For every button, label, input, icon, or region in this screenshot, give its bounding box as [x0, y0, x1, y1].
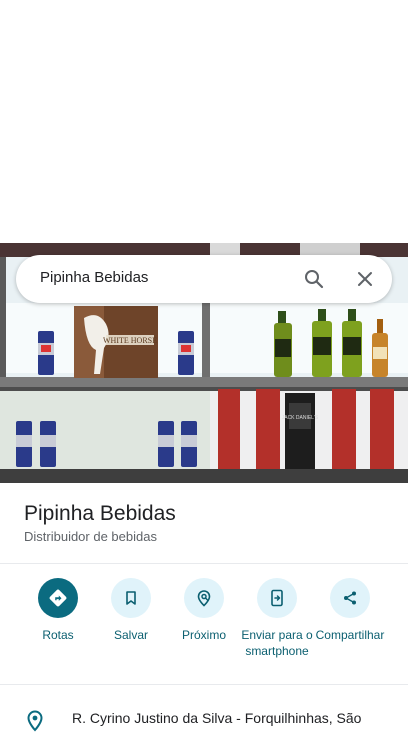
- directions-button[interactable]: Rotas: [18, 578, 98, 643]
- nearby-icon: [184, 578, 224, 618]
- divider: [0, 563, 408, 564]
- place-category: Distribuidor de bebidas: [24, 529, 157, 544]
- send-to-phone-button[interactable]: Enviar para o smartphone: [237, 578, 317, 659]
- save-label: Salvar: [113, 628, 148, 642]
- divider: [0, 684, 408, 685]
- directions-label: Rotas: [42, 628, 74, 642]
- bookmark-icon: [111, 578, 151, 618]
- address-text: R. Cyrino Justino da Silva - Forquilhinh…: [72, 710, 362, 726]
- directions-icon: [38, 578, 78, 618]
- share-icon: [330, 578, 370, 618]
- place-name: Pipinha Bebidas: [24, 502, 176, 525]
- search-icon[interactable]: [302, 267, 326, 291]
- share-button[interactable]: Compartilhar: [310, 578, 390, 643]
- location-pin-icon: [26, 710, 44, 737]
- search-bar[interactable]: Pipinha Bebidas: [16, 255, 392, 303]
- nearby-button[interactable]: Próximo: [164, 578, 244, 643]
- white-horse-box: WHITE HORSE: [74, 306, 158, 378]
- box-brand-text: WHITE HORSE: [103, 336, 157, 345]
- share-label: Compartilhar: [315, 628, 385, 642]
- send-to-phone-label: Enviar para o smartphone: [241, 628, 313, 658]
- search-query[interactable]: Pipinha Bebidas: [40, 269, 148, 286]
- action-bar: Rotas Salvar Próximo Enviar para o smart…: [0, 578, 408, 678]
- save-button[interactable]: Salvar: [91, 578, 171, 643]
- address-row[interactable]: R. Cyrino Justino da Silva - Forquilhinh…: [0, 700, 408, 732]
- send-to-phone-icon: [257, 578, 297, 618]
- nearby-label: Próximo: [181, 628, 226, 642]
- bottle-label-text: JACK DANIEL'S: [282, 415, 319, 421]
- close-icon[interactable]: [353, 267, 377, 291]
